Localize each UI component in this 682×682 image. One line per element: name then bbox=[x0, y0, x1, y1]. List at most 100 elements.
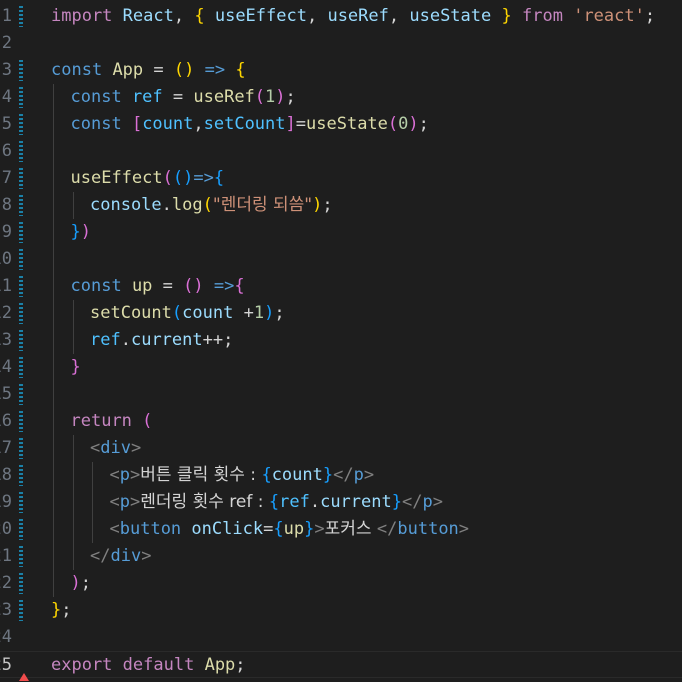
modified-line-marker[interactable] bbox=[19, 141, 23, 162]
modified-line-marker[interactable] bbox=[19, 573, 23, 594]
code-text[interactable]: }) bbox=[71, 219, 92, 246]
modified-line-marker[interactable] bbox=[19, 87, 23, 108]
modified-line-marker[interactable] bbox=[19, 249, 23, 270]
line-number[interactable]: 16 bbox=[0, 408, 12, 435]
code-line[interactable]: 19 <p>렌더링 횟수 ref : {ref.current}</p> bbox=[0, 489, 682, 516]
code-text[interactable]: import React, { useEffect, useRef, useSt… bbox=[51, 3, 655, 30]
line-number[interactable]: 8 bbox=[0, 192, 12, 219]
code-text[interactable]: ); bbox=[71, 570, 92, 597]
code-text[interactable]: return ( bbox=[71, 408, 153, 435]
line-number[interactable]: 24 bbox=[0, 624, 12, 651]
code-line[interactable]: 22); bbox=[0, 570, 682, 597]
code-line[interactable]: 12 setCount(count +1); bbox=[0, 300, 682, 327]
code-line[interactable]: 17 <div> bbox=[0, 435, 682, 462]
code-line[interactable]: 5 const [count,setCount]=useState(0); bbox=[0, 111, 682, 138]
code-text[interactable]: <div> bbox=[90, 435, 141, 462]
code-line[interactable]: 16 return ( bbox=[0, 408, 682, 435]
line-number[interactable]: 23 bbox=[0, 597, 12, 624]
code-line[interactable]: 4 const ref = useRef(1); bbox=[0, 84, 682, 111]
line-number[interactable]: 12 bbox=[0, 300, 12, 327]
line-number[interactable]: 3 bbox=[0, 57, 12, 84]
code-line[interactable]: 6 bbox=[0, 138, 682, 165]
line-number[interactable]: 18 bbox=[0, 462, 12, 489]
modified-line-marker[interactable] bbox=[19, 60, 23, 81]
code-text[interactable]: <p>렌더링 횟수 ref : {ref.current}</p> bbox=[110, 489, 443, 516]
code-text[interactable]: useEffect(()=>{ bbox=[71, 165, 225, 192]
line-number[interactable]: 17 bbox=[0, 435, 12, 462]
line-number[interactable]: 22 bbox=[0, 570, 12, 597]
code-line[interactable]: 18 <p>버튼 클릭 횟수 : {count}</p> bbox=[0, 462, 682, 489]
code-line[interactable]: 9}) bbox=[0, 219, 682, 246]
code-text[interactable]: console.log("렌더링 되씀"); bbox=[90, 192, 333, 219]
modified-line-marker[interactable] bbox=[19, 384, 23, 405]
modified-line-marker[interactable] bbox=[19, 438, 23, 459]
code-text[interactable]: const up = () =>{ bbox=[71, 273, 245, 300]
code-text[interactable]: <button onClick={up}>포커스 </button> bbox=[110, 516, 470, 543]
line-number[interactable]: 6 bbox=[0, 138, 12, 165]
line-number[interactable]: 25 bbox=[0, 652, 12, 679]
line-number[interactable]: 5 bbox=[0, 111, 12, 138]
code-line[interactable]: 2 bbox=[0, 30, 682, 57]
code-line[interactable]: 21 </div> bbox=[0, 543, 682, 570]
modified-line-marker[interactable] bbox=[19, 330, 23, 351]
modified-line-marker[interactable] bbox=[19, 600, 23, 621]
code-text[interactable]: } bbox=[71, 354, 81, 381]
modified-line-marker[interactable] bbox=[19, 195, 23, 216]
code-text[interactable]: </div> bbox=[90, 543, 151, 570]
code-line[interactable]: 1 import React, { useEffect, useRef, useS… bbox=[0, 3, 682, 30]
line-number[interactable]: 10 bbox=[0, 246, 12, 273]
code-line[interactable]: 20 <button onClick={up}>포커스 </button> bbox=[0, 516, 682, 543]
modified-line-marker[interactable] bbox=[19, 168, 23, 189]
line-number[interactable]: 14 bbox=[0, 354, 12, 381]
indent-guide bbox=[53, 192, 54, 219]
code-line[interactable]: 14} bbox=[0, 354, 682, 381]
code-text[interactable]: const App = () => { bbox=[51, 57, 246, 84]
code-text[interactable]: }; bbox=[51, 597, 72, 624]
modified-line-marker[interactable] bbox=[19, 222, 23, 243]
code-text[interactable]: ref.current++; bbox=[90, 327, 233, 354]
code-line[interactable]: 11 const up = () =>{ bbox=[0, 273, 682, 300]
line-number[interactable]: 19 bbox=[0, 489, 12, 516]
line-number[interactable]: 7 bbox=[0, 165, 12, 192]
code-text[interactable]: <p>버튼 클릭 횟수 : {count}</p> bbox=[110, 462, 375, 489]
modified-line-marker[interactable] bbox=[19, 114, 23, 135]
modified-line-marker[interactable] bbox=[19, 276, 23, 297]
code-line[interactable]: 23}; bbox=[0, 597, 682, 624]
code-line[interactable]: 7 useEffect(()=>{ bbox=[0, 165, 682, 192]
modified-line-marker[interactable] bbox=[19, 546, 23, 567]
modified-line-marker[interactable] bbox=[19, 303, 23, 324]
code-line[interactable]: 24 bbox=[0, 624, 682, 651]
code-token: > bbox=[130, 438, 142, 458]
line-number[interactable]: 2 bbox=[0, 30, 12, 57]
code-line[interactable]: 25 export default App; bbox=[0, 651, 682, 678]
code-line[interactable]: 3 const App = () => { bbox=[0, 57, 682, 84]
code-editor[interactable]: 1 import React, { useEffect, useRef, useS… bbox=[0, 0, 682, 682]
modified-line-marker[interactable] bbox=[19, 492, 23, 513]
line-number[interactable]: 13 bbox=[0, 327, 12, 354]
code-token: () bbox=[183, 276, 204, 296]
code-line[interactable]: 10 bbox=[0, 246, 682, 273]
code-token: useState bbox=[306, 114, 388, 134]
code-text[interactable]: export default App; bbox=[51, 652, 246, 679]
line-number[interactable]: 21 bbox=[0, 543, 12, 570]
modified-line-marker[interactable] bbox=[19, 465, 23, 486]
line-number[interactable]: 11 bbox=[0, 273, 12, 300]
line-number[interactable]: 4 bbox=[0, 84, 12, 111]
line-number[interactable]: 9 bbox=[0, 219, 12, 246]
code-line[interactable]: 8 console.log("렌더링 되씀"); bbox=[0, 192, 682, 219]
line-number[interactable]: 15 bbox=[0, 381, 12, 408]
code-text[interactable]: const [count,setCount]=useState(0); bbox=[71, 111, 429, 138]
line-number[interactable]: 1 bbox=[0, 3, 12, 30]
modified-line-marker[interactable] bbox=[19, 519, 23, 540]
code-text[interactable]: setCount(count +1); bbox=[90, 300, 285, 327]
modified-line-marker[interactable] bbox=[19, 357, 23, 378]
code-line[interactable]: 13 ref.current++; bbox=[0, 327, 682, 354]
code-line[interactable]: 15 bbox=[0, 381, 682, 408]
modified-line-marker[interactable] bbox=[19, 6, 23, 27]
code-text[interactable]: const ref = useRef(1); bbox=[71, 84, 296, 111]
line-number[interactable]: 20 bbox=[0, 516, 12, 543]
code-token: import bbox=[51, 6, 113, 26]
error-indicator-icon bbox=[19, 673, 29, 681]
modified-line-marker[interactable] bbox=[19, 411, 23, 432]
